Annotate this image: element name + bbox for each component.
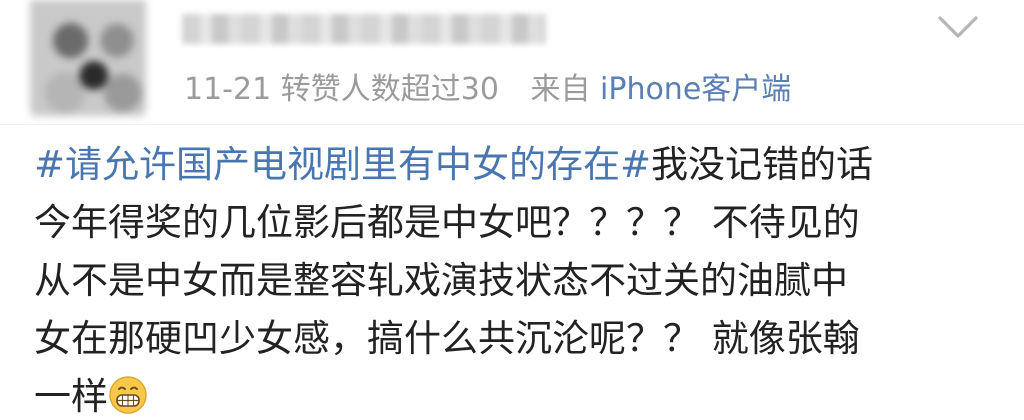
client-link[interactable]: iPhone客户端	[600, 72, 791, 107]
content-line-3: 从不是中女而是整容轧戏演技状态不过关的油腻中	[34, 259, 848, 302]
repost-like-count-note: 转赞人数超过30	[280, 72, 499, 107]
content-line-1: #请允许国产电视剧里有中女的存在#我没记错的话	[34, 136, 994, 194]
post-content: #请允许国产电视剧里有中女的存在#我没记错的话 今年得奖的几位影后都是中女吧？？…	[34, 136, 994, 420]
content-text: 一样	[34, 375, 108, 418]
content-line-5: 一样	[34, 368, 994, 420]
source-label: 来自	[530, 72, 591, 107]
content-text: 我没记错的话	[651, 143, 874, 186]
chevron-down-icon[interactable]	[936, 12, 980, 42]
post-date: 11-21	[184, 72, 272, 107]
content-line-4: 女在那硬凹少女感，搞什么共沉沦呢？？ 就像张翰	[34, 317, 860, 360]
avatar[interactable]	[30, 0, 146, 116]
divider	[0, 124, 1024, 125]
username-blurred[interactable]	[182, 14, 546, 44]
content-line-2: 今年得奖的几位影后都是中女吧？？？？ 不待见的	[34, 201, 860, 244]
weibo-post-card: 11-21 转赞人数超过30 来自 iPhone客户端 #请允许国产电视剧里有中…	[0, 0, 1024, 420]
post-meta: 11-21 转赞人数超过30 来自 iPhone客户端	[184, 68, 791, 112]
grin-emoji-icon	[109, 376, 147, 414]
topic-hashtag-link[interactable]: #请允许国产电视剧里有中女的存在#	[34, 143, 651, 186]
